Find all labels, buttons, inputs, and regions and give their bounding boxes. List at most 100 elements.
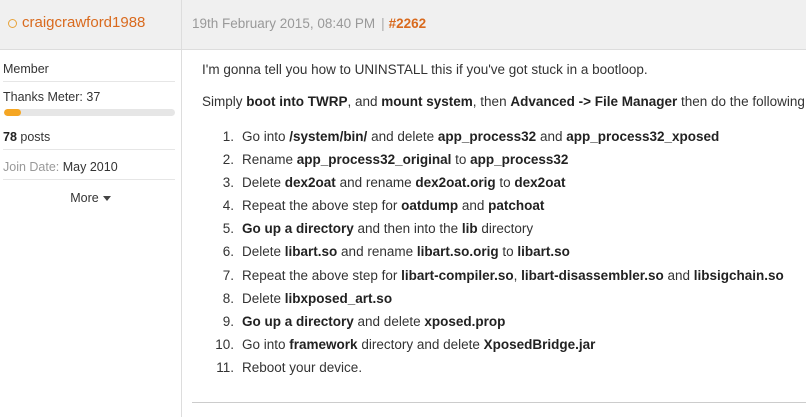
text-run: and then into the	[353, 221, 462, 237]
bold-text: lib	[461, 221, 478, 237]
step-number: 3.	[222, 175, 234, 191]
text-run: to	[495, 175, 515, 191]
step-number: 5.	[222, 221, 234, 237]
step-item: 10. Go into framework directory and delet…	[202, 333, 802, 356]
step-item: 7. Repeat the above step for libart-compi…	[202, 264, 802, 287]
step-number: 6.	[222, 244, 234, 260]
bold-text: app_process32	[437, 129, 537, 144]
thanks-meter-text: Thanks Meter: 37	[3, 90, 101, 104]
text-run: Go into	[242, 129, 290, 144]
username-link[interactable]: craigcrawford1988	[22, 14, 145, 31]
bold-text: mount system	[381, 94, 473, 109]
text-run: Delete	[242, 175, 285, 191]
text-run: and rename	[337, 244, 417, 260]
text-run: Go into	[242, 336, 290, 352]
post-body: I'm gonna tell you how to UNINSTALL this…	[202, 62, 806, 379]
bold-text: libxposed_art.so	[284, 290, 393, 306]
step-number: 1.	[222, 129, 234, 144]
thanks-meter-label: Thanks Meter: 37	[3, 90, 175, 109]
post-intro: I'm gonna tell you how to UNINSTALL this…	[202, 62, 648, 77]
join-date-value: May 2010	[62, 160, 118, 174]
user-sidebar: Member Thanks Meter: 37 78 posts Join Da…	[0, 50, 182, 417]
thanks-meter-fill	[4, 109, 22, 116]
step-item: 9. Go up a directory and delete xposed.pr…	[202, 310, 802, 333]
post-date-row: 19th February 2015, 08:40 PM | #2262	[192, 16, 426, 31]
text-run: and	[536, 129, 567, 144]
text-run: and delete	[353, 313, 425, 329]
bold-text: libsigchain.so	[693, 267, 784, 283]
post-date: 19th February 2015, 08:40 PM	[192, 16, 376, 31]
user-title-text: Member	[3, 62, 49, 76]
bold-text: dex2oat	[514, 175, 566, 191]
bold-text: app_process32	[470, 152, 569, 168]
bold-text: app_process32_xposed	[566, 129, 720, 144]
text-run: to	[451, 152, 471, 168]
step-item: 11. Reboot your device.	[202, 356, 802, 379]
posts-count: 78	[3, 130, 17, 144]
text-run: Delete	[242, 244, 285, 260]
text-run: directory and delete	[357, 336, 484, 352]
caret-down-icon	[102, 196, 111, 202]
header-separator: |	[381, 16, 385, 31]
text-run: and rename	[335, 175, 416, 191]
thanks-meter-bar	[4, 109, 175, 116]
bold-text: libart.so.orig	[416, 244, 499, 260]
bold-text: oatdump	[401, 198, 459, 214]
text-run: Reboot your device.	[242, 359, 363, 375]
bold-text: framework	[289, 336, 358, 352]
bold-text: Advanced -> File Manager	[510, 94, 678, 109]
step-number: 11.	[216, 359, 234, 375]
step-number: 8.	[222, 290, 234, 306]
more-button[interactable]: More	[0, 191, 181, 205]
bold-text: libart.so	[517, 244, 570, 260]
step-item: 8. Delete libxposed_art.so	[202, 287, 802, 310]
step-list: 1. Go into /system/bin/ and delete app_pr…	[202, 125, 802, 379]
bold-text: libart-disassembler.so	[521, 267, 664, 283]
step-item: 1. Go into /system/bin/ and delete app_pr…	[202, 125, 802, 148]
online-status-icon	[8, 19, 17, 28]
bold-text: xposed.prop	[424, 313, 506, 329]
bold-text: dex2oat.orig	[415, 175, 496, 191]
text-run: directory	[477, 221, 534, 237]
posts-label: posts	[16, 130, 51, 144]
text-run: and	[663, 267, 694, 283]
text-run: and delete	[367, 129, 438, 144]
text-run: Repeat the above step for	[242, 198, 402, 214]
step-number: 4.	[222, 198, 234, 214]
posts-count-row: 78 posts	[3, 130, 175, 150]
text-run: Repeat the above step for	[242, 267, 402, 283]
text-run: Delete	[242, 290, 285, 306]
join-date-label: Join Date:	[3, 160, 63, 174]
join-date-row: Join Date: May 2010	[3, 160, 175, 180]
step-item: 3. Delete dex2oat and rename dex2oat.orig…	[202, 171, 802, 194]
post-divider	[192, 402, 806, 403]
bold-text: app_process32_original	[296, 152, 452, 168]
bold-text: patchoat	[488, 198, 545, 214]
text-run: , and	[347, 94, 382, 109]
step-item: 2. Rename app_process32_original to app_p…	[202, 148, 802, 171]
bold-text: /system/bin/	[289, 129, 368, 144]
bold-text: Go up a directory	[242, 313, 354, 329]
post-instructions: Simply boot into TWRP, and mount system,…	[202, 94, 806, 109]
text-run: then do the following:	[677, 94, 806, 109]
step-number: 7.	[222, 267, 234, 283]
text-run: and	[458, 198, 489, 214]
bold-text: boot into TWRP	[246, 94, 348, 109]
step-item: 4. Repeat the above step for oatdump and …	[202, 194, 802, 217]
user-title: Member	[3, 62, 175, 82]
text-run: Rename	[242, 152, 297, 168]
post-number-link[interactable]: #2262	[389, 16, 427, 31]
bold-text: dex2oat	[284, 175, 336, 191]
text-run: to	[498, 244, 518, 260]
text-run: , then	[472, 94, 511, 109]
bold-text: libart.so	[284, 244, 338, 260]
post-header-meta: 19th February 2015, 08:40 PM | #2262	[182, 0, 806, 50]
bold-text: Go up a directory	[242, 221, 354, 237]
step-item: 6. Delete libart.so and rename libart.so.…	[202, 240, 802, 263]
bold-text: XposedBridge.jar	[483, 336, 596, 352]
text-run: Simply	[202, 94, 247, 109]
bold-text: libart-compiler.so	[401, 267, 514, 283]
step-number: 10.	[215, 336, 234, 352]
step-item: 5. Go up a directory and then into the li…	[202, 217, 802, 240]
step-number: 2.	[222, 152, 234, 168]
